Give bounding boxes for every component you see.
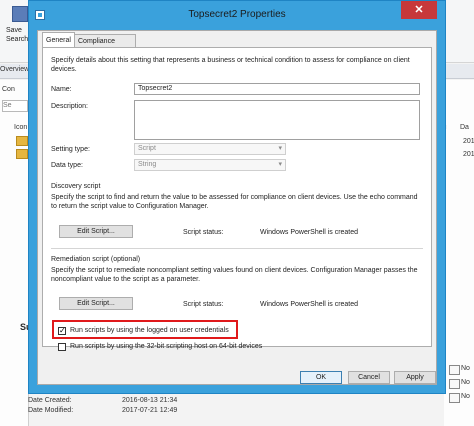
data-type-value: String [138, 161, 157, 168]
date-modified-label: Date Modified: [28, 407, 74, 414]
remediation-status-value: Windows PowerShell is created [260, 301, 359, 308]
date-cell: 201 [463, 151, 474, 158]
discovery-description: Specify the script to find and return th… [51, 194, 418, 210]
icon-column-header[interactable]: Icon [14, 124, 27, 131]
apply-button[interactable]: Apply [394, 371, 436, 384]
cancel-button[interactable]: Cancel [348, 371, 390, 384]
date-cell: 201 [463, 138, 474, 145]
configuration-item-icon [16, 149, 28, 159]
discovery-status-label: Script status: [183, 229, 224, 236]
tab-compliance-rules[interactable]: Compliance Rules [74, 34, 136, 58]
discovery-status-value: Windows PowerShell is created [260, 229, 359, 236]
date-created-value: 2016-08-13 21:34 [122, 397, 178, 404]
side-item-label: No [461, 365, 470, 372]
left-pane-header: Con [2, 86, 15, 93]
setting-type-value: Script [138, 145, 156, 152]
close-button[interactable]: ✕ [401, 1, 437, 19]
run-32bit-checkbox[interactable] [58, 343, 66, 351]
description-input[interactable] [134, 100, 420, 140]
remediation-status-label: Script status: [183, 301, 224, 308]
save-search-icon[interactable] [12, 6, 28, 22]
name-input[interactable]: Topsecret2 [134, 83, 420, 95]
description-label: Description: [51, 103, 88, 110]
intro-text: Specify details about this setting that … [51, 57, 410, 73]
save-search-button[interactable]: Save Search [6, 26, 28, 44]
date-created-label: Date Created: [28, 397, 72, 404]
column-header-date[interactable]: Da [460, 124, 469, 131]
run-32bit-label[interactable]: Run scripts by using the 32-bit scriptin… [70, 342, 262, 351]
setting-type-select[interactable]: Script ▾ [134, 143, 286, 155]
overview-tab[interactable]: Overview [0, 66, 29, 73]
side-item-label: No [461, 379, 470, 386]
dialog-client-area: Compliance Rules General Specify details… [37, 30, 437, 385]
configuration-item-icon [16, 136, 28, 146]
title-bar[interactable]: Topsecret2 Properties ✕ [29, 1, 445, 31]
discovery-heading: Discovery script [51, 183, 101, 190]
tab-general[interactable]: General [42, 32, 75, 48]
item-icon [449, 393, 460, 403]
edit-discovery-script-button[interactable]: Edit Script... [59, 225, 133, 238]
general-tab-panel: Specify details about this setting that … [42, 47, 432, 351]
side-item-label: No [461, 393, 470, 400]
properties-dialog: Topsecret2 Properties ✕ Compliance Rules… [28, 0, 446, 394]
name-label: Name: [51, 86, 72, 93]
item-icon [449, 365, 460, 375]
annotation-highlight-box [52, 320, 238, 339]
section-divider [51, 248, 423, 249]
left-pane [0, 80, 29, 426]
edit-remediation-script-button[interactable]: Edit Script... [59, 297, 133, 310]
item-icon [449, 379, 460, 389]
data-type-select[interactable]: String ▾ [134, 159, 286, 171]
search-input[interactable]: Se [2, 100, 28, 112]
ok-button[interactable]: OK [300, 371, 342, 384]
data-type-label: Data type: [51, 162, 83, 169]
chevron-down-icon: ▾ [278, 145, 282, 152]
dialog-title: Topsecret2 Properties [188, 9, 286, 20]
date-modified-value: 2017-07-21 12:49 [122, 407, 178, 414]
remediation-description: Specify the script to remediate noncompl… [51, 267, 418, 283]
setting-type-label: Setting type: [51, 146, 90, 153]
remediation-heading: Remediation script (optional) [51, 256, 141, 263]
chevron-down-icon: ▾ [278, 161, 282, 168]
